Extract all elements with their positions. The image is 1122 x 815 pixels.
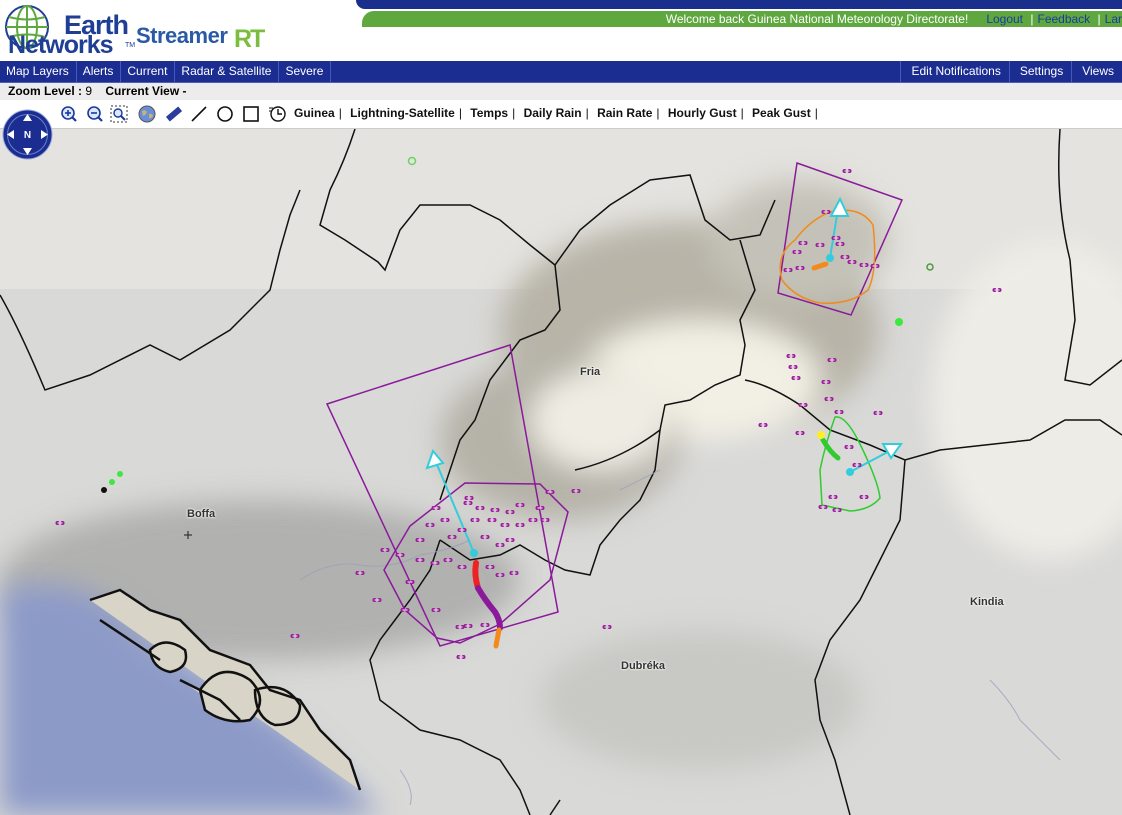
brand-networks: Networks (8, 31, 114, 59)
separator: | (740, 106, 744, 120)
circle-draw-icon[interactable] (216, 105, 234, 123)
track-node[interactable] (846, 468, 854, 476)
status-bar: Zoom Level : 9 Current View - (0, 83, 1122, 100)
lightning-cluster-black[interactable] (101, 487, 107, 493)
map-view[interactable]: Fria Boffa Dubréka Kindia (0, 129, 1122, 815)
separator: | (585, 106, 589, 120)
storm-path-orange[interactable] (493, 627, 502, 649)
layer-hourly-gust[interactable]: Hourly Gust (668, 106, 737, 120)
logout-link[interactable]: Logout (986, 12, 1023, 26)
city-label-dubreka: Dubréka (621, 660, 666, 672)
nav-views[interactable]: Views (1071, 61, 1122, 82)
nav-edit-notifications[interactable]: Edit Notifications (900, 61, 1008, 82)
pan-control[interactable]: N (2, 109, 53, 160)
lightning-cluster-green[interactable] (895, 318, 903, 326)
nav-alerts[interactable]: Alerts (77, 61, 122, 82)
line-draw-icon[interactable] (190, 105, 208, 123)
nav-current[interactable]: Current (121, 61, 176, 82)
separator: | (656, 106, 660, 120)
zoom-out-icon[interactable] (86, 105, 104, 123)
separator: | (338, 106, 342, 120)
lightning-cluster-yellow[interactable] (817, 431, 825, 439)
zoom-level-value: 9 (85, 84, 93, 98)
globe-icon[interactable] (138, 105, 156, 123)
layer-rain-rate[interactable]: Rain Rate (597, 106, 652, 120)
product-name: Streamer (136, 23, 228, 48)
storm-path-red[interactable] (472, 560, 481, 591)
north-indicator-icon: N (24, 130, 31, 141)
map-toolbar: Guinea | Lightning-Satellite | Temps | Dail… (0, 100, 1122, 129)
ruler-icon[interactable] (165, 105, 183, 123)
nav-right-group: Edit Notifications Settings Views (900, 61, 1122, 82)
layer-peak-gust[interactable]: Peak Gust (752, 106, 811, 120)
language-link[interactable]: Lar (1105, 12, 1122, 26)
rectangle-draw-icon[interactable] (242, 105, 260, 123)
city-label-fria: Fria (580, 366, 601, 378)
nav-severe[interactable]: Severe (279, 61, 332, 82)
lightning-cluster-green[interactable] (109, 479, 115, 485)
separator: | (512, 106, 516, 120)
layer-temps[interactable]: Temps (470, 106, 508, 120)
header-stripe-blue (356, 0, 1122, 9)
track-node[interactable] (470, 549, 478, 557)
layer-guinea[interactable]: Guinea (294, 106, 335, 120)
separator (976, 12, 983, 26)
zoom-in-icon[interactable] (60, 105, 78, 123)
layer-daily-rain[interactable]: Daily Rain (524, 106, 582, 120)
welcome-message: Welcome back Guinea National Meteorology… (665, 12, 969, 26)
clock-icon[interactable] (268, 105, 286, 123)
city-label-boffa: Boffa (187, 508, 216, 520)
main-nav: Map Layers Alerts Current Radar & Satell… (0, 61, 1122, 83)
earth-networks-logo[interactable]: Earth Networks TM (2, 2, 135, 59)
separator: | (1030, 12, 1034, 26)
separator: | (1097, 12, 1101, 26)
zoom-box-icon[interactable] (110, 105, 128, 123)
nav-settings[interactable]: Settings (1008, 61, 1071, 82)
layer-lightning-satellite[interactable]: Lightning-Satellite (350, 106, 455, 120)
separator: | (814, 106, 818, 120)
zoom-level-label: Zoom Level : (8, 84, 83, 98)
track-node[interactable] (826, 254, 834, 262)
welcome-bar: Welcome back Guinea National Meteorology… (666, 12, 1122, 27)
nav-radar-satellite[interactable]: Radar & Satellite (175, 61, 280, 82)
lightning-cluster-green[interactable] (117, 471, 123, 477)
feedback-link[interactable]: Feedback (1037, 12, 1090, 26)
current-view-label: Current View - (105, 84, 187, 98)
separator: | (458, 106, 462, 120)
layer-links: Guinea | Lightning-Satellite | Temps | Dail… (294, 106, 823, 120)
brand-trademark: TM (125, 42, 136, 49)
map-canvas[interactable] (0, 129, 1122, 815)
nav-map-layers[interactable]: Map Layers (0, 61, 77, 82)
header: Earth Networks TM Streamer RT Welcome ba… (0, 0, 1122, 61)
product-suffix: RT (234, 25, 265, 53)
city-label-kindia: Kindia (970, 596, 1004, 608)
